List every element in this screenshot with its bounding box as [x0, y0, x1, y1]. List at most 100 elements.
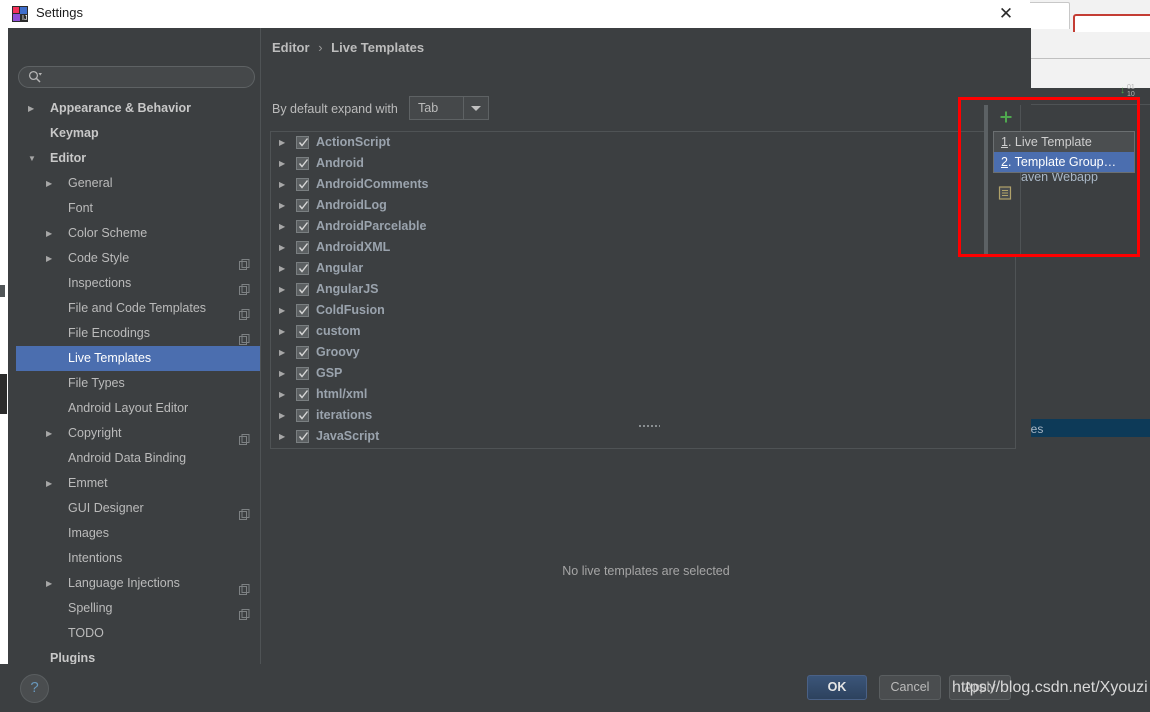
- sidebar-item-label: Appearance & Behavior: [50, 101, 192, 115]
- chevron-right-icon[interactable]: ▶: [279, 132, 285, 153]
- ok-button[interactable]: OK: [807, 675, 867, 700]
- cancel-button[interactable]: Cancel: [879, 675, 941, 700]
- copy-settings-icon: [239, 253, 250, 270]
- chevron-right-icon[interactable]: ▶: [279, 237, 285, 258]
- sidebar-item-android-data-binding[interactable]: Android Data Binding: [16, 446, 260, 471]
- sidebar-item-font[interactable]: Font: [16, 196, 260, 221]
- sidebar-item-gui-designer[interactable]: GUI Designer: [16, 496, 260, 521]
- chevron-right-icon[interactable]: ▶: [46, 246, 52, 271]
- sidebar-item-editor[interactable]: ▼ Editor: [16, 146, 260, 171]
- chevron-right-icon[interactable]: ▶: [279, 153, 285, 174]
- chevron-right-icon[interactable]: ▶: [279, 321, 285, 342]
- copy-settings-icon: [239, 303, 250, 320]
- breadcrumb-root[interactable]: Editor: [272, 40, 310, 55]
- template-group-checkbox[interactable]: [296, 136, 309, 149]
- sidebar-item-intentions[interactable]: Intentions: [16, 546, 260, 571]
- ide-tab-inactive[interactable]: [1028, 2, 1070, 29]
- close-icon[interactable]: ✕: [992, 3, 1020, 25]
- template-group-row[interactable]: ▶ custom: [271, 321, 1015, 342]
- template-group-row[interactable]: ▶ ColdFusion: [271, 300, 1015, 321]
- search-field[interactable]: [18, 66, 255, 88]
- template-group-row[interactable]: ▶ html/xml: [271, 384, 1015, 405]
- sidebar-item-todo[interactable]: TODO: [16, 621, 260, 646]
- template-group-checkbox[interactable]: [296, 220, 309, 233]
- template-group-checkbox[interactable]: [296, 325, 309, 338]
- template-group-row[interactable]: ▶ Android: [271, 153, 1015, 174]
- help-button[interactable]: ?: [20, 674, 49, 703]
- chevron-right-icon[interactable]: ▶: [279, 279, 285, 300]
- chevron-right-icon[interactable]: ▶: [279, 174, 285, 195]
- chevron-right-icon[interactable]: ▶: [279, 258, 285, 279]
- template-group-label: Groovy: [316, 345, 360, 359]
- template-group-row[interactable]: ▶ AngularJS: [271, 279, 1015, 300]
- chevron-right-icon[interactable]: ▶: [46, 221, 52, 246]
- ide-tab-highlighted[interactable]: [1073, 14, 1150, 32]
- template-group-checkbox[interactable]: [296, 283, 309, 296]
- chevron-right-icon[interactable]: ▶: [28, 96, 34, 121]
- chevron-right-icon[interactable]: ▶: [279, 363, 285, 384]
- panel-splitter[interactable]: [260, 422, 1030, 430]
- sidebar-item-inspections[interactable]: Inspections: [16, 271, 260, 296]
- sidebar-item-general[interactable]: ▶ General: [16, 171, 260, 196]
- sidebar-item-android-layout-editor[interactable]: Android Layout Editor: [16, 396, 260, 421]
- sidebar-item-images[interactable]: Images: [16, 521, 260, 546]
- sidebar-item-label: Android Layout Editor: [68, 401, 189, 415]
- sidebar-item-file-and-code-templates[interactable]: File and Code Templates: [16, 296, 260, 321]
- sidebar-item-copyright[interactable]: ▶ Copyright: [16, 421, 260, 446]
- sidebar-item-spelling[interactable]: Spelling: [16, 596, 260, 621]
- dialog-footer: ? OK Cancel Apply: [0, 664, 1030, 712]
- chevron-right-icon[interactable]: ▶: [279, 384, 285, 405]
- template-group-row[interactable]: ▶ AndroidParcelable: [271, 216, 1015, 237]
- template-group-checkbox[interactable]: [296, 409, 309, 422]
- template-group-row[interactable]: ▶ Angular: [271, 258, 1015, 279]
- template-group-label: AndroidParcelable: [316, 219, 427, 233]
- template-group-checkbox[interactable]: [296, 388, 309, 401]
- chevron-right-icon[interactable]: ▶: [279, 195, 285, 216]
- template-group-label: AngularJS: [316, 282, 379, 296]
- chevron-right-icon[interactable]: ▶: [46, 571, 52, 596]
- chevron-right-icon[interactable]: ▶: [279, 342, 285, 363]
- sidebar-item-live-templates[interactable]: Live Templates: [16, 346, 260, 371]
- search-input[interactable]: [48, 69, 250, 87]
- sidebar-item-label: Images: [68, 526, 109, 540]
- template-group-row[interactable]: ▶ AndroidLog: [271, 195, 1015, 216]
- template-group-label: AndroidComments: [316, 177, 429, 191]
- chevron-right-icon[interactable]: ▶: [279, 300, 285, 321]
- sidebar-item-emmet[interactable]: ▶ Emmet: [16, 471, 260, 496]
- expand-with-label: By default expand with: [272, 102, 398, 116]
- template-group-checkbox[interactable]: [296, 157, 309, 170]
- sidebar-item-file-types[interactable]: File Types: [16, 371, 260, 396]
- template-group-row[interactable]: ▶ AndroidXML: [271, 237, 1015, 258]
- sidebar-item-color-scheme[interactable]: ▶ Color Scheme: [16, 221, 260, 246]
- settings-category-tree[interactable]: ▶ Appearance & Behavior Keymap ▼ Editor ▶ Gene…: [16, 96, 260, 684]
- template-group-checkbox[interactable]: [296, 199, 309, 212]
- chevron-right-icon[interactable]: ▶: [279, 216, 285, 237]
- sidebar-item-code-style[interactable]: ▶ Code Style: [16, 246, 260, 271]
- sidebar-item-label: Language Injections: [68, 576, 180, 590]
- template-group-checkbox[interactable]: [296, 241, 309, 254]
- chevron-right-icon[interactable]: ▶: [46, 471, 52, 496]
- chevron-down-icon[interactable]: ▼: [28, 146, 36, 171]
- template-group-row[interactable]: ▶ GSP: [271, 363, 1015, 384]
- template-group-row[interactable]: ▶ Groovy: [271, 342, 1015, 363]
- template-group-row[interactable]: ▶ AndroidComments: [271, 174, 1015, 195]
- sidebar-item-language-injections[interactable]: ▶ Language Injections: [16, 571, 260, 596]
- template-group-checkbox[interactable]: [296, 262, 309, 275]
- template-group-checkbox[interactable]: [296, 346, 309, 359]
- chevron-right-icon[interactable]: ▶: [46, 171, 52, 196]
- chevron-right-icon[interactable]: ▶: [46, 421, 52, 446]
- template-group-checkbox[interactable]: [296, 178, 309, 191]
- sidebar-item-appearance-behavior[interactable]: ▶ Appearance & Behavior: [16, 96, 260, 121]
- template-group-checkbox[interactable]: [296, 430, 309, 443]
- template-group-checkbox[interactable]: [296, 304, 309, 317]
- live-templates-list[interactable]: ▶ ActionScript ▶ Android ▶ AndroidComments ▶ An…: [270, 131, 1016, 449]
- sidebar-item-file-encodings[interactable]: File Encodings: [16, 321, 260, 346]
- template-group-checkbox[interactable]: [296, 367, 309, 380]
- chevron-down-icon[interactable]: [463, 97, 488, 119]
- sidebar-item-keymap[interactable]: Keymap: [16, 121, 260, 146]
- expand-with-select[interactable]: Tab: [409, 96, 489, 120]
- settings-sidebar: ▶ Appearance & Behavior Keymap ▼ Editor ▶ Gene…: [8, 28, 267, 684]
- download-arrow-icon: ↓: [1120, 85, 1125, 96]
- ide-left-edge-accent: [0, 374, 7, 414]
- template-group-row[interactable]: ▶ ActionScript: [271, 132, 1015, 153]
